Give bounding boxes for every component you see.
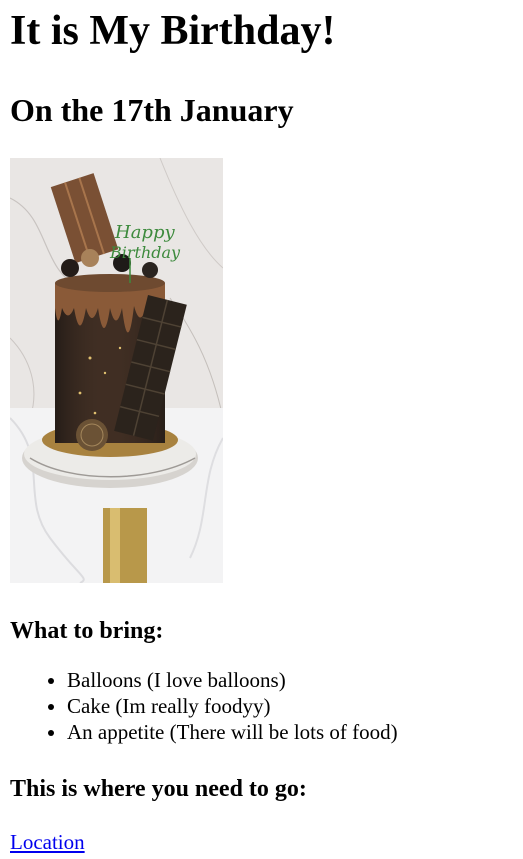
bring-list: Balloons (I love balloons) Cake (Im real… <box>10 667 513 745</box>
page-title: It is My Birthday! <box>10 8 336 54</box>
page-content: It is My Birthday! On the 17th January H… <box>0 0 523 855</box>
what-to-bring-heading: What to bring: <box>10 618 164 644</box>
list-item: Cake (Im really foodyy) <box>67 693 513 719</box>
list-item: An appetite (There will be lots of food) <box>67 719 513 745</box>
location-link[interactable]: Location <box>10 829 85 855</box>
svg-text:Birthday: Birthday <box>109 243 181 262</box>
where-to-go-heading: This is where you need to go: <box>10 776 307 802</box>
page-subtitle: On the 17th January <box>10 92 294 128</box>
birthday-cake-photo: Happy Birthday <box>10 158 223 583</box>
svg-text:Happy: Happy <box>114 222 175 243</box>
list-item: Balloons (I love balloons) <box>67 667 513 693</box>
